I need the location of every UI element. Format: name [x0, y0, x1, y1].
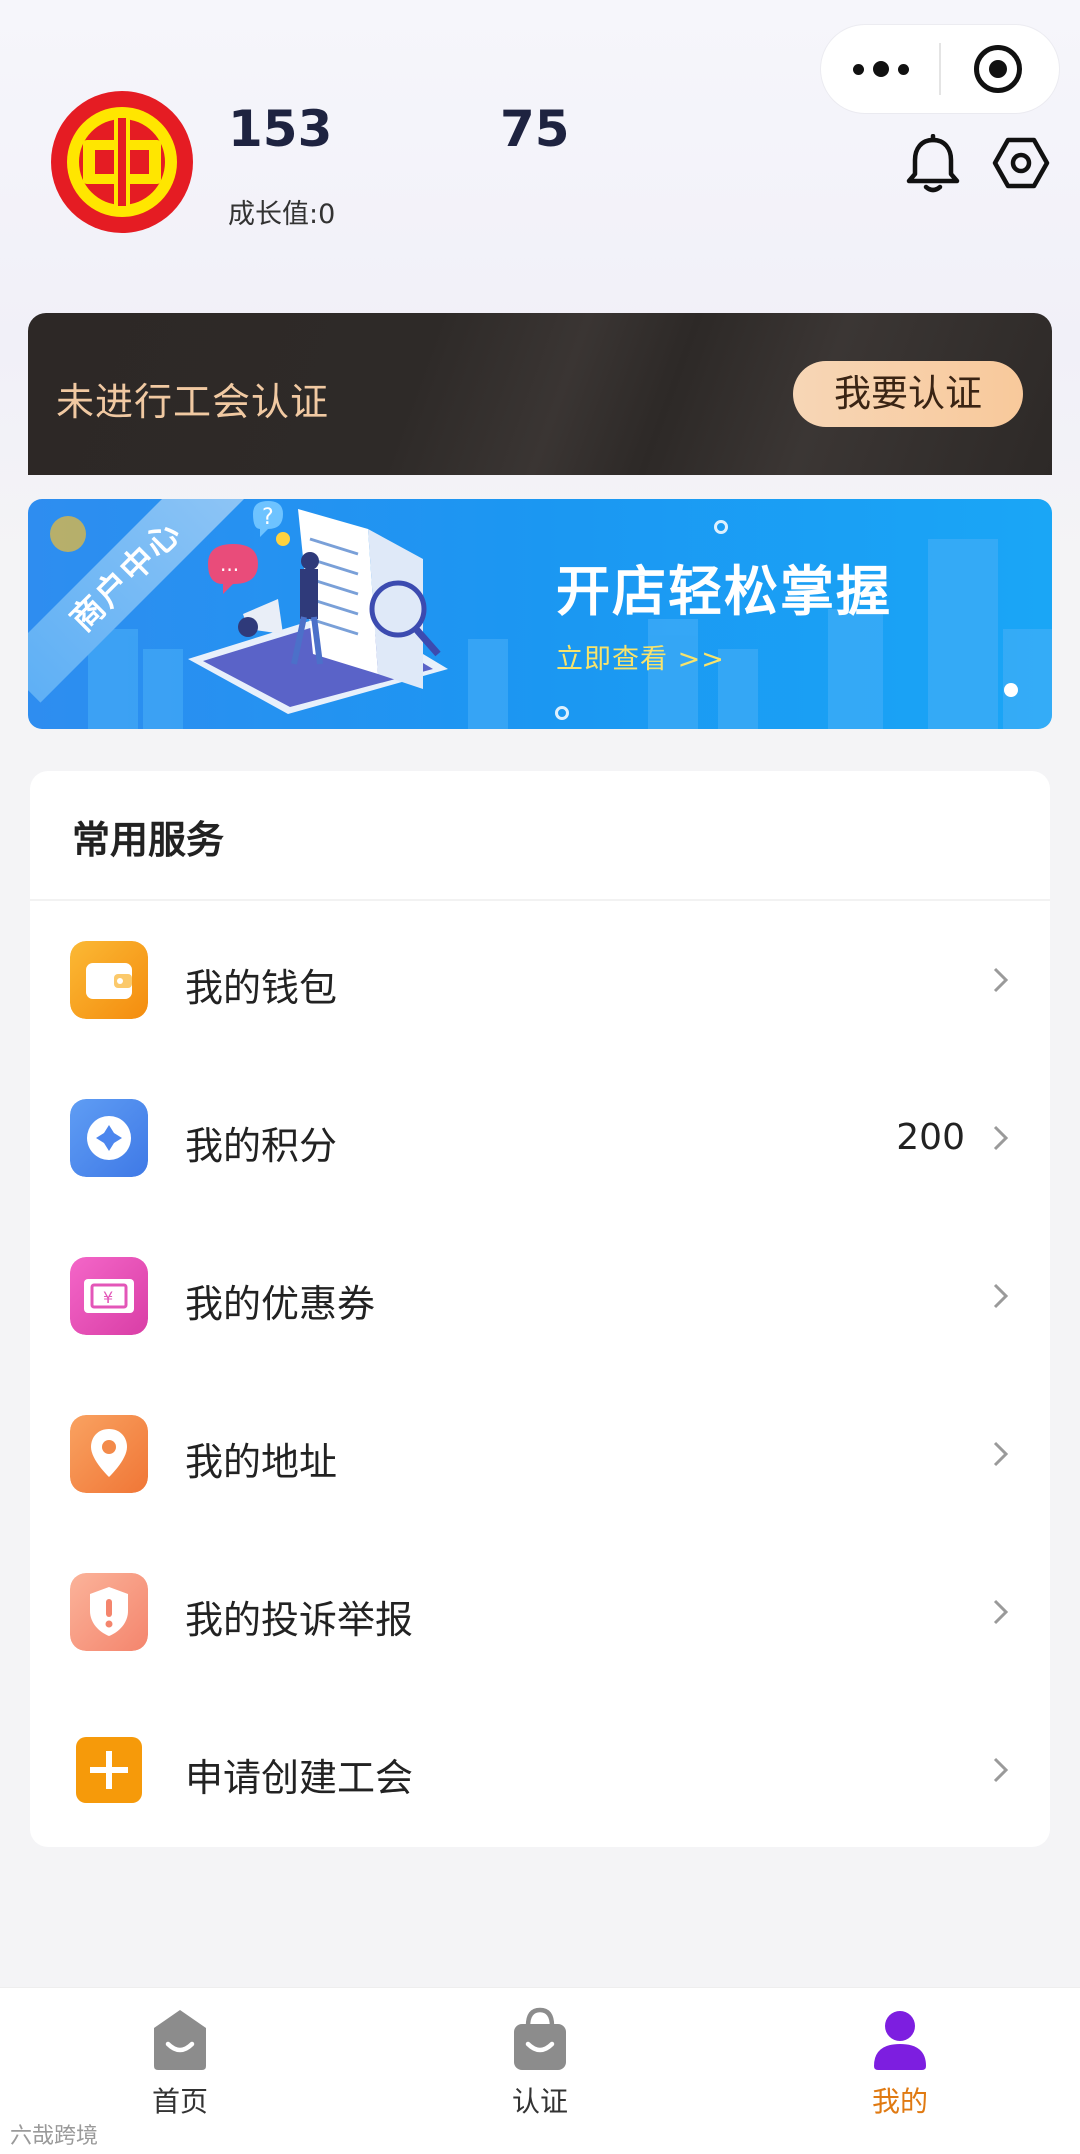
svg-text:¥: ¥ [103, 1288, 113, 1307]
chevron-right-icon [993, 1757, 1009, 1783]
capsule-divider [939, 43, 941, 95]
points-value: 200 [896, 1117, 965, 1158]
service-item-points[interactable]: 我的积分 200 [30, 1059, 1050, 1217]
merchant-center-promo-banner[interactable]: ... ? 商户中心 开店轻松掌握 立即查看 >> [28, 499, 1052, 729]
settings-icon[interactable] [990, 132, 1052, 194]
service-label: 我的地址 [185, 1440, 338, 1484]
growth-value: 成长值:0 [228, 199, 336, 230]
service-item-coupons[interactable]: ¥ 我的优惠券 [30, 1217, 1050, 1375]
user-profile-icon [874, 2011, 926, 2070]
profile-stat-2[interactable]: 75 [500, 100, 570, 158]
profile-stat-1[interactable]: 153 [228, 100, 332, 158]
svg-text:?: ? [262, 505, 274, 530]
svg-text:...: ... [220, 552, 239, 576]
tab-label: 我的 [871, 2085, 928, 2118]
tab-mine[interactable]: 我的 [820, 1988, 980, 2154]
shield-alert-icon [70, 1573, 148, 1651]
tab-label: 认证 [511, 2085, 568, 2118]
union-certification-banner: 未进行工会认证 我要认证 [28, 313, 1052, 475]
bottom-tab-bar: 首页 认证 我的 [0, 1987, 1080, 2154]
more-options-icon[interactable] [853, 54, 909, 84]
chevron-right-icon [993, 1441, 1009, 1467]
promo-view-now-link[interactable]: 立即查看 >> [556, 637, 725, 676]
common-services-card: 常用服务 我的钱包 我的积分 200 ¥ 我的优惠券 我的地址 我的投诉举报 申… [30, 771, 1050, 1847]
close-miniprogram-icon[interactable] [974, 45, 1022, 93]
promo-title: 开店轻松掌握 [556, 559, 892, 623]
promo-decor-ring [555, 706, 569, 720]
points-icon [70, 1099, 148, 1177]
chevron-right-icon [993, 1283, 1009, 1309]
chevron-right-icon [993, 1599, 1009, 1625]
service-label: 我的优惠券 [185, 1282, 376, 1326]
plus-icon [76, 1737, 142, 1803]
chevron-right-icon [993, 967, 1009, 993]
shopping-bag-icon [514, 2007, 566, 2070]
carousel-indicator-dot[interactable] [1004, 683, 1018, 697]
service-label: 我的投诉举报 [185, 1598, 414, 1642]
service-label: 我的钱包 [185, 966, 338, 1010]
chevron-right-icon [993, 1125, 1009, 1151]
home-icon [154, 2010, 206, 2070]
tab-label: 首页 [151, 2085, 208, 2118]
service-label: 我的积分 [185, 1124, 338, 1168]
certification-status-text: 未进行工会认证 [56, 380, 330, 424]
wallet-icon [70, 941, 148, 1019]
coupon-icon: ¥ [70, 1257, 148, 1335]
certify-button[interactable]: 我要认证 [793, 361, 1023, 427]
service-item-complaints[interactable]: 我的投诉举报 [30, 1533, 1050, 1691]
tab-certification[interactable]: 认证 [460, 1988, 620, 2154]
promo-decor-ring [714, 520, 728, 534]
service-label: 申请创建工会 [185, 1756, 414, 1800]
service-item-create-union[interactable]: 申请创建工会 [30, 1691, 1050, 1849]
location-pin-icon [70, 1415, 148, 1493]
notification-bell-icon[interactable] [904, 134, 962, 194]
watermark: 六哉跨境 [10, 2124, 99, 2149]
service-item-address[interactable]: 我的地址 [30, 1375, 1050, 1533]
miniprogram-capsule [821, 25, 1059, 113]
service-item-wallet[interactable]: 我的钱包 [30, 901, 1050, 1059]
tab-home[interactable]: 首页 [100, 1988, 260, 2154]
services-title: 常用服务 [72, 818, 225, 862]
union-logo-avatar[interactable] [50, 90, 194, 234]
